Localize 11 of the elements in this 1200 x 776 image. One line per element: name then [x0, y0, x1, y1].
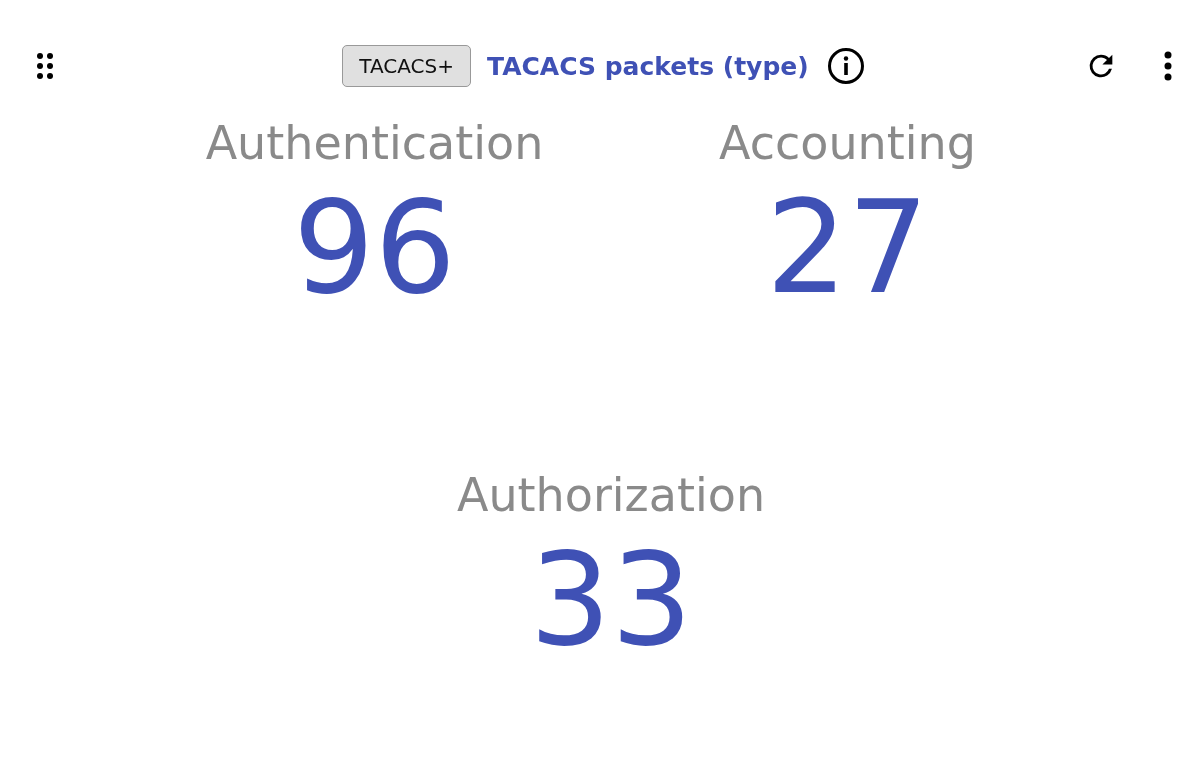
stat-value: 27 — [766, 178, 929, 318]
widget-title: TACACS packets (type) — [487, 51, 809, 81]
info-icon[interactable] — [826, 47, 865, 85]
stat-value: 33 — [529, 530, 693, 670]
stat-label: Authentication — [205, 115, 544, 172]
stat-value: 96 — [293, 178, 456, 318]
tag-button[interactable]: TACACS+ — [342, 45, 472, 87]
stat-label: Authorization — [456, 467, 766, 524]
more-options-icon[interactable] — [1164, 51, 1172, 81]
stat-label: Accounting — [719, 115, 976, 172]
drag-handle-icon[interactable] — [37, 53, 53, 79]
